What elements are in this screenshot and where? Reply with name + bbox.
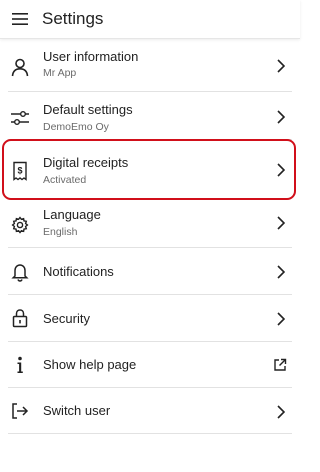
notifications-item[interactable]: Notifications (0, 248, 300, 295)
sign-in-icon (9, 400, 31, 422)
svg-text:$: $ (17, 166, 22, 176)
item-sublabel: Activated (43, 174, 87, 186)
item-label: Language (43, 207, 101, 222)
receipt-icon: $ (9, 160, 31, 182)
chevron-right-icon (274, 57, 288, 75)
hamburger-menu-icon[interactable] (10, 9, 30, 29)
user-information-item[interactable]: User information Mr App (0, 40, 300, 92)
chevron-right-icon (274, 214, 288, 232)
divider (8, 433, 292, 434)
item-sublabel: Mr App (43, 67, 77, 79)
sliders-icon (9, 107, 31, 129)
default-settings-item[interactable]: Default settings DemoEmo Oy (0, 92, 300, 140)
bell-icon (9, 261, 31, 283)
item-label: Default settings (43, 102, 133, 117)
item-label: Switch user (43, 403, 111, 418)
person-icon (9, 56, 31, 78)
external-link-icon (272, 356, 288, 374)
page-title: Settings (42, 9, 104, 28)
item-label: Notifications (43, 264, 114, 279)
item-sublabel: English (43, 226, 78, 238)
digital-receipts-item[interactable]: $ Digital receipts Activated (0, 140, 300, 198)
chevron-right-icon (274, 263, 288, 281)
chevron-right-icon (274, 403, 288, 421)
chevron-right-icon (274, 161, 288, 179)
item-label: Digital receipts (43, 155, 129, 170)
chevron-right-icon (274, 310, 288, 328)
language-item[interactable]: Language English (0, 198, 300, 248)
lock-icon (9, 307, 31, 329)
item-label: Show help page (43, 357, 137, 372)
switch-user-item[interactable]: Switch user (0, 388, 300, 434)
app-header: Settings (0, 0, 300, 39)
gear-icon (9, 214, 31, 236)
info-icon (9, 354, 31, 376)
item-label: User information (43, 49, 139, 64)
chevron-right-icon (274, 108, 288, 126)
item-sublabel: DemoEmo Oy (43, 121, 109, 133)
show-help-page-item[interactable]: Show help page (0, 342, 300, 388)
item-label: Security (43, 311, 90, 326)
security-item[interactable]: Security (0, 295, 300, 342)
